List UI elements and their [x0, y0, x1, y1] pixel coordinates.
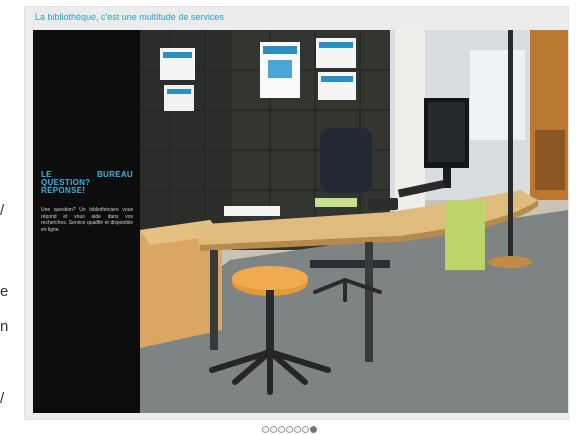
clipped-edge-text-2: e: [0, 283, 9, 300]
pagination-dot[interactable]: [302, 426, 309, 433]
stool-post: [266, 290, 274, 352]
slideshow-title: La bibliothèque, c'est une multitude de …: [35, 12, 224, 22]
pagination-dot[interactable]: [286, 426, 293, 433]
phone: [368, 198, 398, 210]
pagination-dot[interactable]: [262, 426, 269, 433]
pagination-dot[interactable]: [294, 426, 301, 433]
slide-caption-panel: LE BUREAU QUESTION? RÉPONSE! Une questio…: [33, 30, 140, 413]
caption-body: Une question? Un bibliothécaire vous rép…: [41, 207, 133, 233]
desk-papers: [224, 206, 280, 216]
poster-2: [164, 85, 194, 111]
green-mat: [315, 198, 357, 207]
slideshow-pagination: [262, 426, 317, 433]
pole: [508, 30, 513, 260]
bookcase-shelf: [535, 130, 565, 190]
window-glass: [470, 50, 525, 140]
caption-heading: LE BUREAU QUESTION? RÉPONSE!: [41, 170, 133, 195]
green-bin: [445, 200, 485, 270]
slideshow-frame: La bibliothèque, c'est une multitude de …: [24, 6, 569, 420]
slide-photo: [140, 30, 568, 413]
slide[interactable]: LE BUREAU QUESTION? RÉPONSE! Une questio…: [33, 30, 568, 413]
pagination-dot[interactable]: [270, 426, 277, 433]
office-chair: [320, 128, 372, 193]
pagination-dot-active[interactable]: [310, 426, 317, 433]
clipped-edge-text-1: /: [0, 202, 5, 219]
clipped-edge-text-3: n: [0, 318, 9, 335]
pagination-dot[interactable]: [278, 426, 285, 433]
clipped-edge-text-4: /: [0, 390, 5, 407]
